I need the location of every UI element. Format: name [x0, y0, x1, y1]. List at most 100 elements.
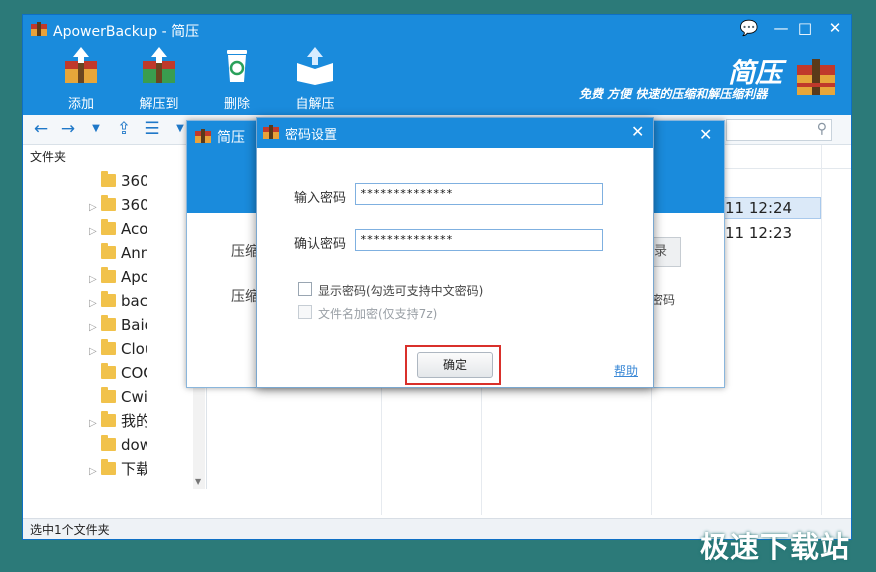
folder-icon [101, 195, 116, 211]
scroll-down-icon[interactable]: ▼ [195, 477, 201, 486]
confirm-password-input[interactable]: ************** [355, 229, 603, 251]
folder-icon [101, 459, 116, 475]
folder-list: 360用户文 ▷ 360驱动大 ▷ Acoustic Announ ▷ ApowerI ▷ bac… [29, 169, 147, 481]
brand-logo-icon [793, 53, 839, 97]
tree-item[interactable]: ▷ Acoustic [29, 217, 147, 241]
forward-icon[interactable]: → [57, 118, 79, 140]
folder-icon [101, 435, 116, 451]
self-extract-label: 自解压 [295, 97, 335, 112]
self-extract-button[interactable]: 自解压 [280, 47, 350, 112]
file-date-1: 11 12:24 [725, 199, 793, 217]
file-date-2: 11 12:23 [725, 224, 793, 242]
maximize-button[interactable]: □ [793, 17, 817, 39]
show-password-label: 显示密码(勾选可支持中文密码) [318, 284, 484, 298]
expand-arrow-icon[interactable]: ▷ [89, 196, 101, 217]
tree-item[interactable]: 360用户文 [29, 169, 147, 193]
tree-item[interactable]: ▷ 下载 [29, 457, 147, 481]
enter-password-label: 输入密码 [294, 191, 347, 206]
title-toolbar-area: ApowerBackup - 简压 💬 — □ ✕ 添加 解压到 删除 自解压 … [23, 15, 851, 115]
folder-icon [101, 387, 116, 403]
app-icon [195, 129, 211, 143]
expand-arrow-icon[interactable]: ▷ [89, 220, 101, 241]
folder-icon [101, 267, 116, 283]
folder-icon [101, 411, 116, 427]
expand-arrow-icon[interactable]: ▷ [89, 460, 101, 481]
enter-password-input[interactable]: ************** [355, 183, 603, 205]
tree-item-label: 360用户文 [121, 172, 147, 190]
encrypt-filenames-checkbox[interactable] [298, 305, 312, 319]
tree-item[interactable]: COOLRC [29, 361, 147, 385]
add-label: 添加 [67, 97, 94, 112]
folder-icon [101, 243, 116, 259]
folder-icon [101, 291, 116, 307]
search-input[interactable]: ⚲ [726, 119, 832, 141]
ok-button[interactable]: 确定 [417, 352, 493, 378]
tree-item[interactable]: Cwindow [29, 385, 147, 409]
tree-item-label: Acoustic [121, 220, 147, 238]
tree-item-label: 我的文档 [121, 412, 147, 430]
tree-item-label: backup [121, 292, 147, 310]
window-title: ApowerBackup - 简压 [53, 24, 200, 40]
app-icon [263, 125, 279, 139]
close-icon[interactable]: ✕ [699, 125, 712, 144]
folder-tree-title: 文件夹 [30, 150, 67, 164]
tree-item[interactable]: ▷ ApowerI [29, 265, 147, 289]
tree-item[interactable]: ▷ CloudCa [29, 337, 147, 361]
compress-label-2: 压缩 [231, 289, 259, 305]
self-extract-icon [295, 47, 335, 85]
show-password-checkbox[interactable] [298, 282, 312, 296]
back-icon[interactable]: ← [30, 118, 52, 140]
tree-item[interactable]: ▷ BaiduNe [29, 313, 147, 337]
minimize-button[interactable]: — [769, 17, 793, 39]
tree-item[interactable]: ▷ 360驱动大 [29, 193, 147, 217]
help-link[interactable]: 帮助 [614, 362, 638, 379]
folder-icon [101, 363, 116, 379]
tree-item[interactable]: Announ [29, 241, 147, 265]
password-fragment: 密码 [651, 293, 676, 307]
password-dialog-header: 密码设置 ✕ [257, 118, 653, 148]
add-button[interactable]: 添加 [46, 47, 116, 112]
password-dialog-title: 密码设置 [285, 128, 338, 143]
expand-arrow-icon[interactable]: ▷ [89, 340, 101, 361]
tree-item-label: Announ [121, 244, 147, 262]
delete-button[interactable]: 删除 [202, 47, 272, 112]
compress-dialog-title: 简压 [217, 130, 245, 146]
extract-to-label: 解压到 [139, 97, 179, 112]
tree-item-label: CloudCa [121, 340, 147, 358]
tree-item-label: downloa [121, 436, 147, 454]
tree-item-label: BaiduNe [121, 316, 147, 334]
recycle-bin-icon [217, 47, 257, 85]
extract-to-icon [139, 47, 179, 85]
folder-icon [101, 171, 116, 187]
feedback-icon[interactable]: 💬 [737, 17, 761, 39]
brand-slogan: 免费 方便 快速的压缩和解压缩利器 [579, 87, 768, 101]
expand-arrow-icon[interactable]: ▷ [89, 292, 101, 313]
tree-item-label: ApowerI [121, 268, 147, 286]
up-folder-icon[interactable]: ⇪ [113, 118, 135, 140]
compress-label-1: 压缩 [231, 244, 259, 260]
history-dropdown-icon[interactable]: ▼ [85, 118, 107, 140]
app-icon [31, 22, 47, 36]
extract-to-button[interactable]: 解压到 [124, 47, 194, 112]
folder-tree: 文件夹 360用户文 ▷ 360驱动大 ▷ Acoustic Announ ▷ ApowerI… [23, 145, 207, 489]
tree-item[interactable]: ▷ backup [29, 289, 147, 313]
expand-arrow-icon[interactable]: ▷ [89, 268, 101, 289]
folder-icon [101, 315, 116, 331]
delete-label: 删除 [223, 97, 250, 112]
tree-item-label: COOLRC [121, 364, 147, 382]
expand-arrow-icon[interactable]: ▷ [89, 316, 101, 337]
encrypt-filenames-label: 文件名加密(仅支持7z) [318, 307, 438, 321]
close-button[interactable]: ✕ [823, 17, 847, 39]
folder-icon [101, 219, 116, 235]
expand-arrow-icon[interactable]: ▷ [89, 412, 101, 433]
column-divider [821, 145, 822, 515]
confirm-password-label: 确认密码 [294, 237, 347, 252]
add-archive-icon [61, 47, 101, 85]
close-icon[interactable]: ✕ [631, 122, 644, 141]
search-icon[interactable]: ⚲ [817, 121, 827, 137]
view-list-icon[interactable]: ☰ [141, 118, 163, 140]
tree-item[interactable]: ▷ 我的文档 [29, 409, 147, 433]
password-dialog: 密码设置 ✕ 输入密码 ************** 确认密码 ********… [256, 117, 654, 388]
tree-item[interactable]: downloa [29, 433, 147, 457]
folder-icon [101, 339, 116, 355]
